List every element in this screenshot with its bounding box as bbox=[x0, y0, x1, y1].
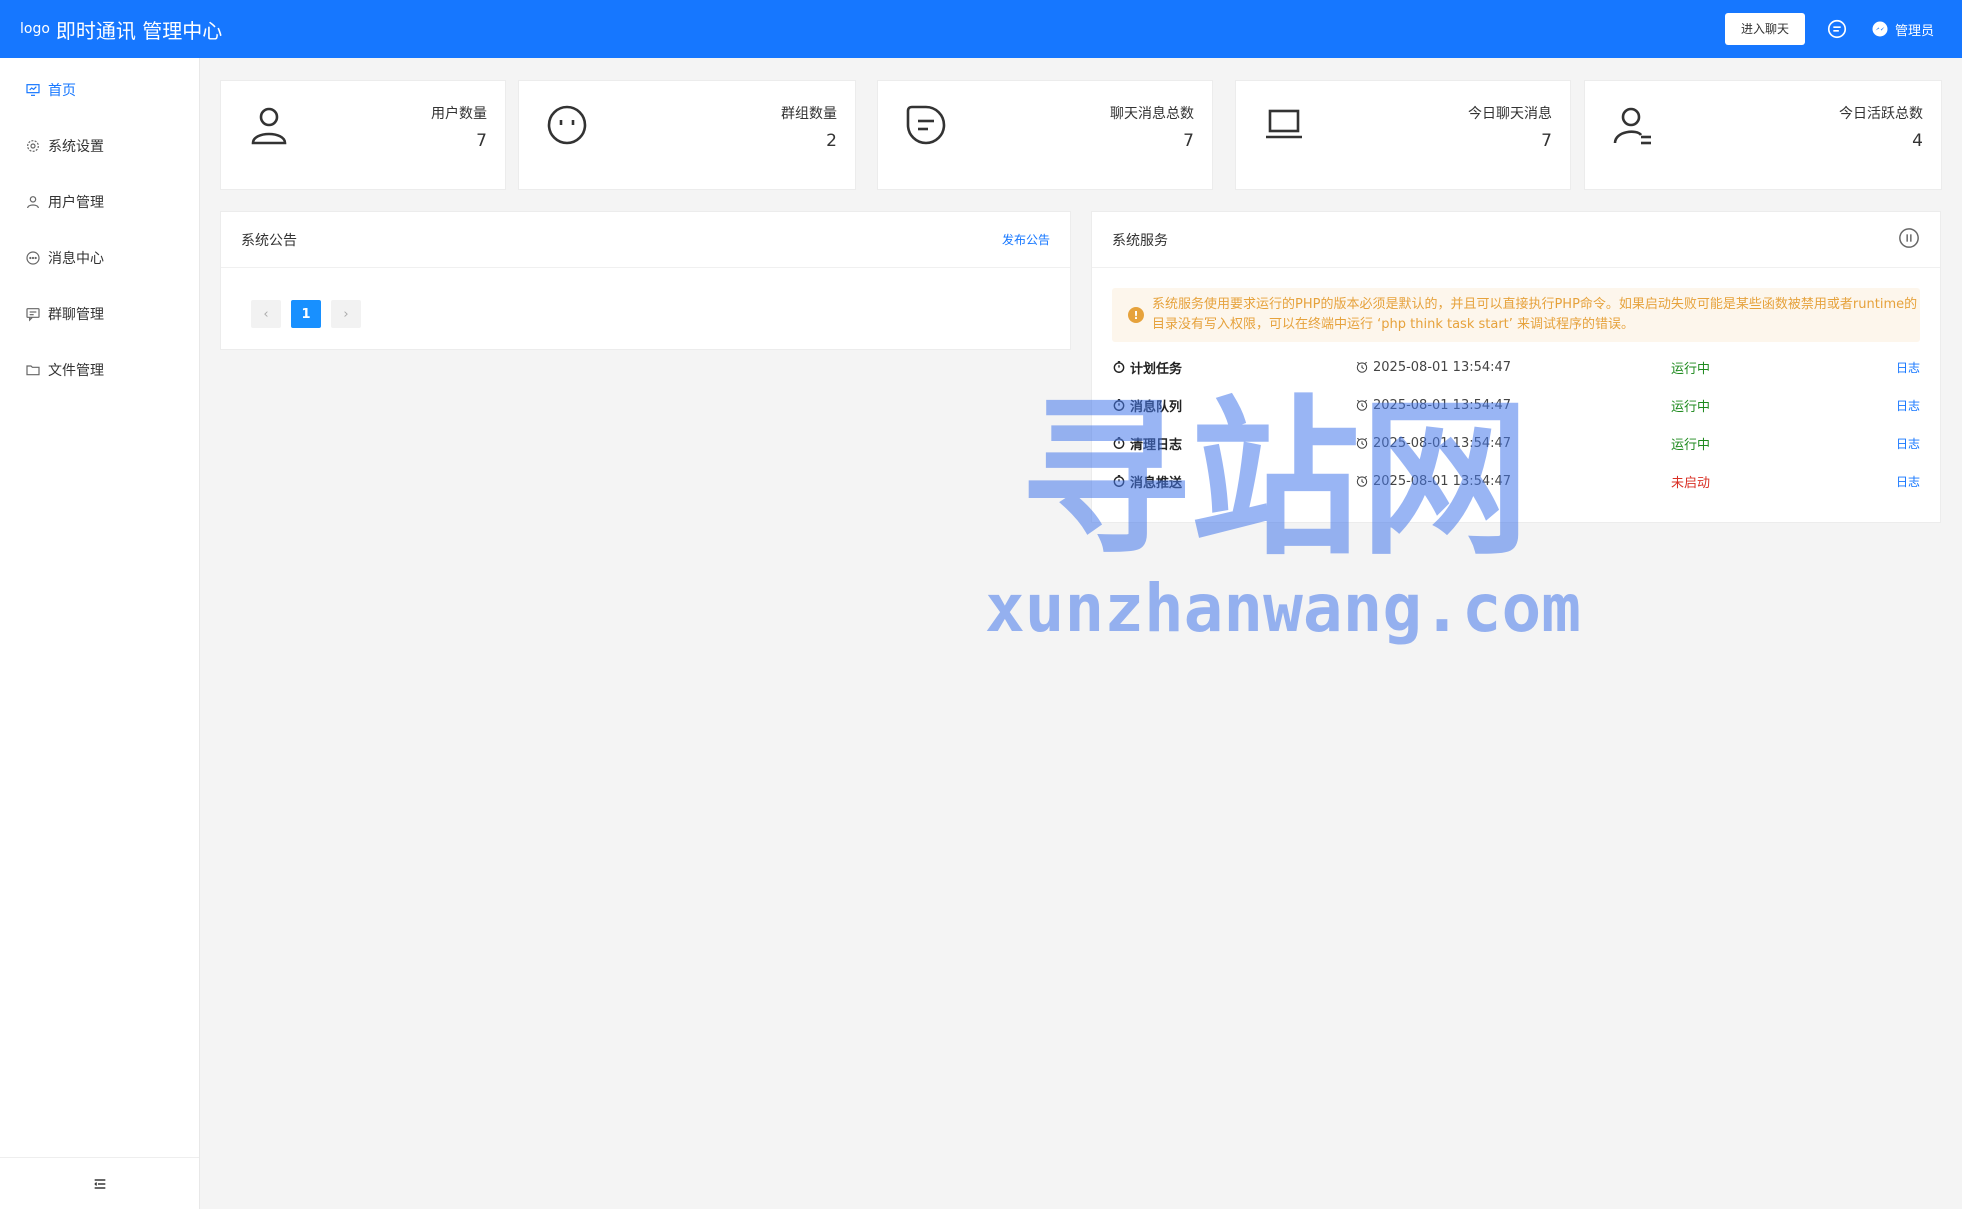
service-status: 运行中 bbox=[1671, 437, 1711, 453]
stat-label: 用户数量 bbox=[431, 106, 487, 122]
stat-value: 7 bbox=[1541, 131, 1552, 151]
message-icon bbox=[904, 103, 948, 147]
folder-icon bbox=[24, 361, 42, 379]
warning-notice: ! 系统服务使用要求运行的PHP的版本必须是默认的，并且可以直接执行PHP命令。… bbox=[1112, 288, 1920, 342]
service-log-link[interactable]: 日志 bbox=[1871, 359, 1920, 376]
stat-card-today-messages: 今日聊天消息 7 bbox=[1235, 80, 1571, 190]
service-name: 清理日志 bbox=[1130, 437, 1183, 453]
service-name: 消息推送 bbox=[1130, 475, 1183, 491]
services-panel: 系统服务 ! 系统服务使用要求运行的PHP的版本必须是默认的，并且可以直接执行P… bbox=[1091, 211, 1941, 523]
gear-icon bbox=[24, 137, 42, 155]
stat-label: 今日聊天消息 bbox=[1468, 106, 1552, 122]
next-page-button[interactable]: › bbox=[331, 300, 361, 328]
service-row: 清理日志 2025-08-01 13:54:47 运行中 日志 bbox=[1112, 424, 1920, 462]
service-status: 运行中 bbox=[1671, 399, 1711, 415]
group-chat-icon bbox=[24, 305, 42, 323]
sidebar-item-label: 消息中心 bbox=[48, 251, 104, 267]
panel-title: 系统公告 bbox=[241, 232, 297, 249]
sidebar: 首页 系统设置 用户管理 消息中心 群聊管理 文件管理 bbox=[0, 58, 200, 1209]
service-log-link[interactable]: 日志 bbox=[1871, 473, 1920, 490]
sidebar-item-settings[interactable]: 系统设置 bbox=[0, 118, 199, 174]
sidebar-item-users[interactable]: 用户管理 bbox=[0, 174, 199, 230]
face-icon bbox=[545, 103, 589, 147]
menu-collapse-icon bbox=[93, 1178, 105, 1189]
stat-value: 2 bbox=[826, 131, 837, 151]
admin-menu[interactable]: 管理员 bbox=[1871, 20, 1934, 39]
stat-value: 7 bbox=[476, 131, 487, 151]
service-status: 未启动 bbox=[1671, 475, 1711, 491]
sidebar-item-messages[interactable]: 消息中心 bbox=[0, 230, 199, 286]
laptop-icon bbox=[1262, 103, 1306, 147]
service-log-link[interactable]: 日志 bbox=[1871, 435, 1920, 452]
stat-value: 4 bbox=[1912, 131, 1923, 151]
service-name: 计划任务 bbox=[1130, 361, 1183, 377]
service-time: 2025-08-01 13:54:47 bbox=[1373, 359, 1512, 375]
panel-title: 系统服务 bbox=[1112, 232, 1168, 249]
stat-card-users: 用户数量 7 bbox=[220, 80, 506, 190]
stat-card-active: 今日活跃总数 4 bbox=[1584, 80, 1942, 190]
user-icon bbox=[24, 193, 42, 211]
sidebar-item-home[interactable]: 首页 bbox=[0, 62, 199, 118]
dashboard-icon bbox=[24, 81, 42, 99]
alarm-clock-icon bbox=[1356, 361, 1368, 373]
alarm-clock-icon bbox=[1356, 437, 1368, 449]
sidebar-item-label: 系统设置 bbox=[48, 139, 104, 155]
service-row: 消息推送 2025-08-01 13:54:47 未启动 日志 bbox=[1112, 462, 1920, 500]
watermark-en: xunzhanwang.com bbox=[985, 570, 1582, 647]
app-title: 即时通讯 管理中心 bbox=[55, 18, 223, 43]
chat-icon[interactable] bbox=[1825, 17, 1849, 41]
pagination: ‹ 1 › bbox=[251, 300, 371, 328]
stopwatch-icon bbox=[1113, 399, 1125, 411]
page-1-button[interactable]: 1 bbox=[291, 300, 321, 328]
warning-icon: ! bbox=[1128, 307, 1144, 323]
top-bar: logo 即时通讯 管理中心 进入聊天 管理员 bbox=[0, 0, 1962, 58]
chat-bubble-icon bbox=[24, 249, 42, 267]
stopwatch-icon bbox=[1113, 361, 1125, 373]
alarm-clock-icon bbox=[1356, 475, 1368, 487]
service-row: 消息队列 2025-08-01 13:54:47 运行中 日志 bbox=[1112, 386, 1920, 424]
sidebar-item-label: 首页 bbox=[48, 83, 76, 99]
sidebar-item-groups[interactable]: 群聊管理 bbox=[0, 286, 199, 342]
user-icon bbox=[247, 103, 291, 147]
service-time: 2025-08-01 13:54:47 bbox=[1373, 435, 1512, 451]
stat-label: 聊天消息总数 bbox=[1110, 106, 1194, 122]
enter-chat-button[interactable]: 进入聊天 bbox=[1724, 13, 1805, 45]
stat-card-messages: 聊天消息总数 7 bbox=[877, 80, 1213, 190]
logo: logo bbox=[20, 21, 50, 37]
service-row: 计划任务 2025-08-01 13:54:47 运行中 日志 bbox=[1112, 348, 1920, 386]
service-name: 消息队列 bbox=[1130, 399, 1183, 415]
user-active-icon bbox=[1611, 103, 1655, 147]
admin-name: 管理员 bbox=[1894, 23, 1934, 39]
messenger-icon bbox=[1872, 21, 1888, 37]
sidebar-item-label: 群聊管理 bbox=[48, 307, 104, 323]
prev-page-button[interactable]: ‹ bbox=[251, 300, 281, 328]
service-time: 2025-08-01 13:54:47 bbox=[1373, 473, 1512, 489]
brand[interactable]: logo 即时通讯 管理中心 bbox=[20, 15, 222, 44]
stat-card-groups: 群组数量 2 bbox=[518, 80, 856, 190]
service-log-link[interactable]: 日志 bbox=[1871, 397, 1920, 414]
pause-icon[interactable] bbox=[1898, 227, 1920, 253]
service-time: 2025-08-01 13:54:47 bbox=[1373, 397, 1512, 413]
sidebar-item-label: 用户管理 bbox=[48, 195, 104, 211]
stat-label: 今日活跃总数 bbox=[1839, 106, 1923, 122]
publish-announcement-link[interactable]: 发布公告 bbox=[1002, 231, 1050, 248]
sidebar-item-label: 文件管理 bbox=[48, 363, 104, 379]
alarm-clock-icon bbox=[1356, 399, 1368, 411]
service-status: 运行中 bbox=[1671, 361, 1711, 377]
notice-text: 系统服务使用要求运行的PHP的版本必须是默认的，并且可以直接执行PHP命令。如果… bbox=[1152, 297, 1918, 332]
stat-value: 7 bbox=[1183, 131, 1194, 151]
stat-label: 群组数量 bbox=[781, 106, 837, 122]
stopwatch-icon bbox=[1113, 475, 1125, 487]
stopwatch-icon bbox=[1113, 437, 1125, 449]
collapse-sidebar-button[interactable] bbox=[0, 1157, 199, 1209]
sidebar-item-files[interactable]: 文件管理 bbox=[0, 342, 199, 398]
announcement-panel: 系统公告 发布公告 ‹ 1 › bbox=[220, 211, 1071, 350]
